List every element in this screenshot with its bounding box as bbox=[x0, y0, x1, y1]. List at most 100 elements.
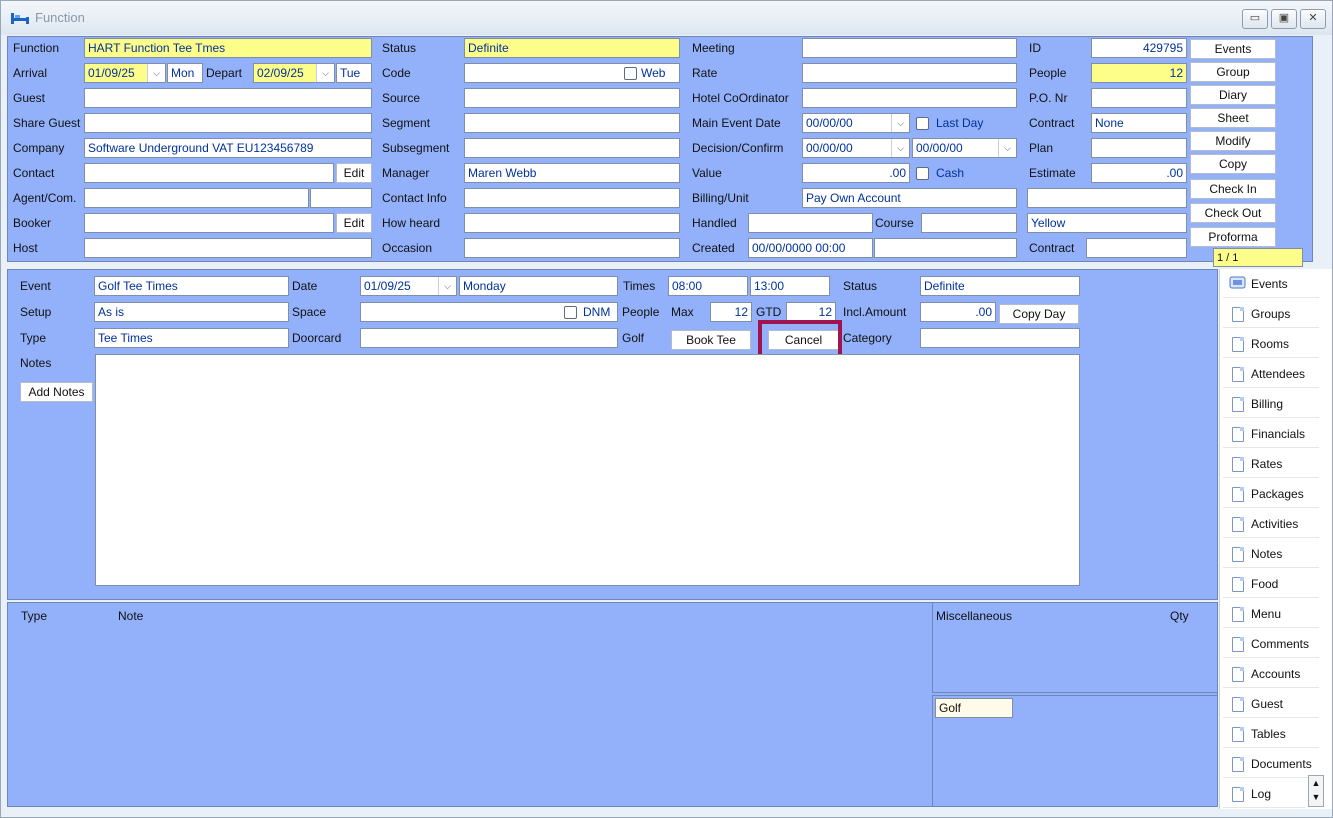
contact-field[interactable] bbox=[84, 163, 334, 183]
blank-field[interactable] bbox=[1027, 188, 1187, 208]
occasion-field[interactable] bbox=[464, 238, 680, 258]
setup-field[interactable]: As is bbox=[94, 302, 289, 322]
side-tab-rooms[interactable]: Rooms bbox=[1223, 331, 1319, 358]
value-field[interactable]: .00 bbox=[802, 163, 910, 183]
contract2-field[interactable] bbox=[1086, 238, 1187, 258]
plan-field[interactable] bbox=[1091, 138, 1187, 158]
side-tab-activities[interactable]: Activities bbox=[1223, 511, 1319, 538]
check-out-button[interactable]: Check Out bbox=[1190, 203, 1276, 223]
max-people-field[interactable]: 12 bbox=[710, 302, 752, 322]
confirm-date-field[interactable]: 00/00/00 ⌵ bbox=[912, 138, 1017, 158]
people-field[interactable]: 12 bbox=[1091, 63, 1187, 83]
web-checkbox[interactable] bbox=[624, 67, 637, 80]
proforma-button[interactable]: Proforma bbox=[1190, 227, 1276, 247]
company-field[interactable]: Software Underground VAT EU123456789 bbox=[84, 138, 372, 158]
copy-day-button[interactable]: Copy Day bbox=[999, 304, 1079, 324]
chevron-down-icon[interactable]: ⌵ bbox=[891, 139, 909, 157]
agent-commission-field[interactable] bbox=[310, 188, 372, 208]
colour-field[interactable]: Yellow bbox=[1027, 213, 1187, 233]
scroll-up-icon[interactable]: ▲ bbox=[1312, 778, 1321, 788]
group-button[interactable]: Group bbox=[1190, 62, 1276, 82]
share-guest-field[interactable] bbox=[84, 113, 372, 133]
side-tab-comments[interactable]: Comments bbox=[1223, 631, 1319, 658]
contact-info-field[interactable] bbox=[464, 188, 680, 208]
side-tab-accounts[interactable]: Accounts bbox=[1223, 661, 1319, 688]
event-date-field[interactable]: 01/09/25 ⌵ bbox=[360, 276, 457, 296]
notes-textarea[interactable] bbox=[95, 354, 1080, 586]
billing-unit-field[interactable]: Pay Own Account bbox=[802, 188, 1017, 208]
meeting-field[interactable] bbox=[802, 38, 1017, 58]
status-field[interactable]: Definite bbox=[464, 38, 680, 58]
chevron-down-icon[interactable]: ⌵ bbox=[891, 114, 909, 132]
event-name-field[interactable]: Golf Tee Times bbox=[94, 276, 289, 296]
booker-field[interactable] bbox=[84, 213, 334, 233]
golf-tag[interactable]: Golf bbox=[935, 698, 1013, 718]
side-tab-attendees[interactable]: Attendees bbox=[1223, 361, 1319, 388]
modify-button[interactable]: Modify bbox=[1190, 131, 1276, 151]
chevron-down-icon[interactable]: ⌵ bbox=[998, 139, 1016, 157]
booker-edit-button[interactable]: Edit bbox=[336, 213, 372, 233]
handled-field[interactable] bbox=[748, 213, 873, 233]
decision-date-field[interactable]: 00/00/00 ⌵ bbox=[802, 138, 910, 158]
main-event-date-field[interactable]: 00/00/00 ⌵ bbox=[802, 113, 910, 133]
estimate-field[interactable]: .00 bbox=[1091, 163, 1187, 183]
side-tab-billing[interactable]: Billing bbox=[1223, 391, 1319, 418]
incl-amount-field[interactable]: .00 bbox=[920, 302, 996, 322]
manager-field[interactable]: Maren Webb bbox=[464, 163, 680, 183]
copy-button[interactable]: Copy bbox=[1190, 154, 1276, 174]
source-field[interactable] bbox=[464, 88, 680, 108]
chevron-down-icon[interactable]: ⌵ bbox=[438, 277, 456, 295]
close-button[interactable]: ✕ bbox=[1300, 9, 1326, 29]
last-day-checkbox[interactable] bbox=[916, 117, 929, 130]
doorcard-field[interactable] bbox=[360, 328, 618, 348]
hotel-coordinator-field[interactable] bbox=[802, 88, 1017, 108]
how-heard-field[interactable] bbox=[464, 213, 680, 233]
depart-date-field[interactable]: 02/09/25 ⌵ bbox=[253, 63, 335, 83]
guest-field[interactable] bbox=[84, 88, 372, 108]
space-field[interactable] bbox=[360, 302, 618, 322]
event-status-field[interactable]: Definite bbox=[920, 276, 1080, 296]
side-tab-notes[interactable]: Notes bbox=[1223, 541, 1319, 568]
side-tab-scrollbar[interactable]: ▲ ▼ bbox=[1308, 775, 1324, 807]
check-in-button[interactable]: Check In bbox=[1190, 179, 1276, 199]
side-tab-guest[interactable]: Guest bbox=[1223, 691, 1319, 718]
rate-field[interactable] bbox=[802, 63, 1017, 83]
host-field[interactable] bbox=[84, 238, 372, 258]
side-tab-rates[interactable]: Rates bbox=[1223, 451, 1319, 478]
side-tab-tables[interactable]: Tables bbox=[1223, 721, 1319, 748]
diary-button[interactable]: Diary bbox=[1190, 85, 1276, 105]
arrival-date-field[interactable]: 01/09/25 ⌵ bbox=[84, 63, 166, 83]
side-tab-events[interactable]: Events bbox=[1223, 271, 1319, 298]
po-number-field[interactable] bbox=[1091, 88, 1187, 108]
side-tab-groups[interactable]: Groups bbox=[1223, 301, 1319, 328]
function-name-field[interactable]: HART Function Tee Tmes bbox=[84, 38, 372, 58]
contract-field[interactable]: None bbox=[1091, 113, 1187, 133]
minimize-button[interactable]: ▭ bbox=[1242, 9, 1268, 29]
agent-field[interactable] bbox=[84, 188, 309, 208]
cash-checkbox[interactable] bbox=[916, 167, 929, 180]
add-notes-button[interactable]: Add Notes bbox=[20, 382, 93, 402]
chevron-down-icon[interactable]: ⌵ bbox=[316, 64, 334, 82]
side-tab-packages[interactable]: Packages bbox=[1223, 481, 1319, 508]
events-button[interactable]: Events bbox=[1190, 39, 1276, 59]
maximize-button[interactable]: ▣ bbox=[1271, 9, 1297, 29]
sheet-button[interactable]: Sheet bbox=[1190, 108, 1276, 128]
side-tab-food[interactable]: Food bbox=[1223, 571, 1319, 598]
time-from-field[interactable]: 08:00 bbox=[668, 276, 748, 296]
course-field[interactable] bbox=[921, 213, 1017, 233]
time-to-field[interactable]: 13:00 bbox=[750, 276, 830, 296]
contact-edit-button[interactable]: Edit bbox=[336, 163, 372, 183]
book-tee-button[interactable]: Book Tee bbox=[671, 330, 751, 350]
scroll-down-icon[interactable]: ▼ bbox=[1312, 792, 1321, 802]
category-field[interactable] bbox=[920, 328, 1080, 348]
side-tab-log[interactable]: Log bbox=[1223, 781, 1305, 808]
side-tab-financials[interactable]: Financials bbox=[1223, 421, 1319, 448]
side-tab-menu[interactable]: Menu bbox=[1223, 601, 1319, 628]
segment-field[interactable] bbox=[464, 113, 680, 133]
side-tab-documents[interactable]: Documents bbox=[1223, 751, 1319, 778]
created-extra-field[interactable] bbox=[874, 238, 1017, 258]
chevron-down-icon[interactable]: ⌵ bbox=[147, 64, 165, 82]
dnm-checkbox[interactable] bbox=[564, 306, 577, 319]
gtd-people-field[interactable]: 12 bbox=[786, 302, 836, 322]
subsegment-field[interactable] bbox=[464, 138, 680, 158]
